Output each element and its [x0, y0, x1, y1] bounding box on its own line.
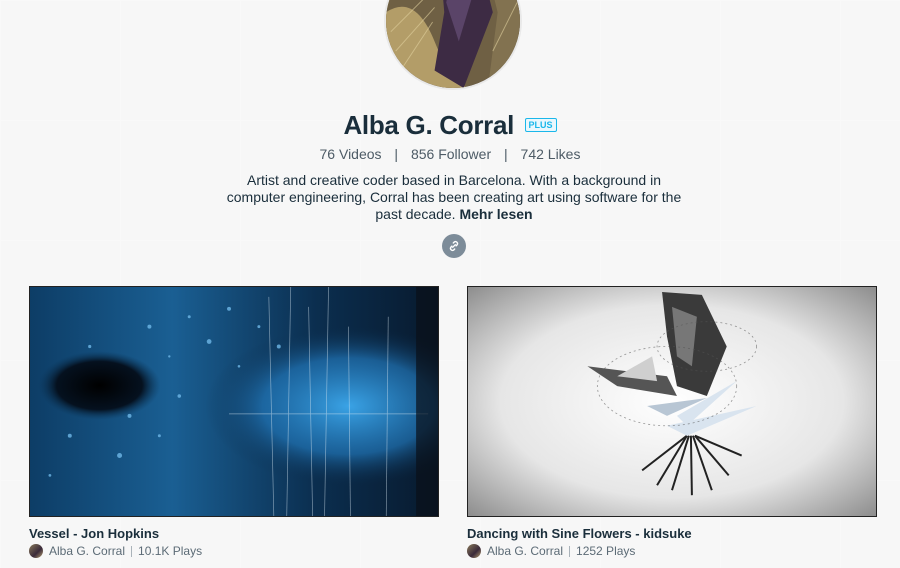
video-author[interactable]: Alba G. Corral — [487, 544, 563, 558]
link-icon — [449, 240, 459, 252]
profile-bio: Artist and creative coder based in Barce… — [220, 172, 688, 223]
website-link-button[interactable] — [442, 234, 466, 258]
video-meta: Alba G. Corral 10.1K Plays — [29, 544, 439, 558]
video-thumbnail[interactable] — [29, 286, 439, 517]
profile-header: Alba G. Corral PLUS — [0, 110, 900, 141]
profile-stats: 76 Videos | 856 Follower | 742 Likes — [0, 146, 900, 162]
video-title[interactable]: Vessel - Jon Hopkins — [29, 526, 439, 541]
read-more-link[interactable]: Mehr lesen — [459, 206, 532, 222]
meta-divider — [569, 545, 571, 557]
video-thumbnail[interactable] — [467, 286, 877, 517]
video-plays: 10.1K Plays — [138, 544, 203, 558]
stats-separator: | — [504, 146, 508, 162]
video-card: Vessel - Jon Hopkins Alba G. Corral 10.1… — [29, 286, 439, 558]
followers-count[interactable]: 856 Follower — [411, 146, 491, 162]
video-author[interactable]: Alba G. Corral — [49, 544, 125, 558]
videos-count[interactable]: 76 Videos — [320, 146, 382, 162]
stats-separator: | — [394, 146, 399, 162]
video-meta: Alba G. Corral 1252 Plays — [467, 544, 877, 558]
author-avatar[interactable] — [29, 544, 43, 558]
video-plays: 1252 Plays — [576, 544, 636, 558]
author-avatar[interactable] — [467, 544, 481, 558]
profile-name[interactable]: Alba G. Corral — [343, 110, 514, 140]
plus-badge[interactable]: PLUS — [524, 117, 557, 132]
video-title[interactable]: Dancing with Sine Flowers - kidsuke — [467, 526, 877, 541]
likes-count[interactable]: 742 Likes — [521, 146, 581, 162]
meta-divider — [131, 545, 133, 557]
video-card: Dancing with Sine Flowers - kidsuke Alba… — [467, 286, 877, 558]
bio-text: Artist and creative coder based in Barce… — [226, 172, 682, 222]
